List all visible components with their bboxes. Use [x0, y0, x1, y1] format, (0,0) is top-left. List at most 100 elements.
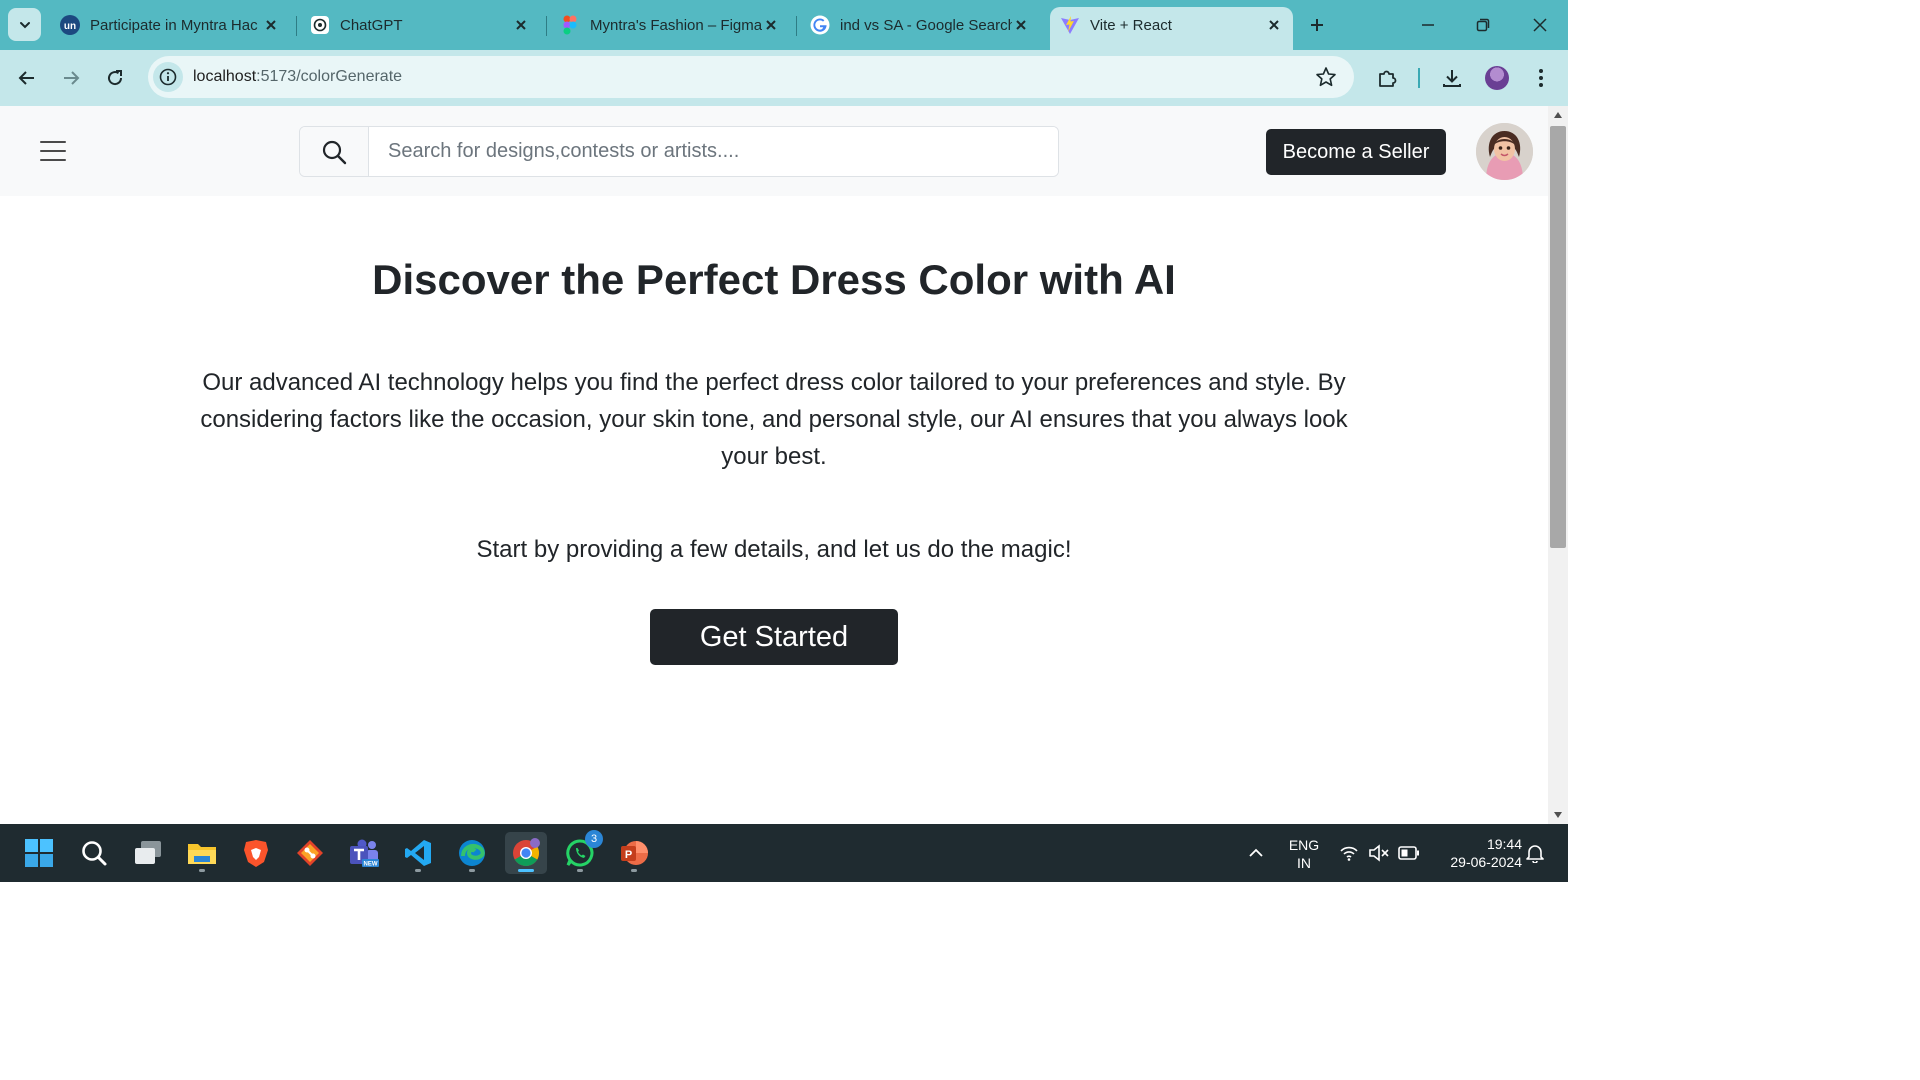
browser-tab-google[interactable]: ind vs SA - Google Search: [800, 8, 1040, 42]
puzzle-icon: [1379, 70, 1397, 87]
battery-button[interactable]: [1394, 832, 1424, 874]
tab-title: Participate in Myntra Hac: [90, 16, 258, 34]
tab-separator: [796, 16, 797, 36]
downloads-button[interactable]: [1437, 63, 1467, 93]
tab-search-button[interactable]: [8, 8, 41, 41]
teams-button[interactable]: NEW: [343, 832, 385, 874]
hero-cta-text: Start by providing a few details, and le…: [476, 536, 1072, 563]
search-icon: [82, 841, 107, 866]
vscode-button[interactable]: [397, 832, 439, 874]
running-indicator: [415, 869, 421, 872]
arrow-left-icon: [18, 71, 34, 85]
restore-button[interactable]: [1468, 10, 1498, 40]
url-text: localhost:5173/colorGenerate: [193, 68, 402, 86]
search-input[interactable]: [369, 127, 1058, 176]
google-icon: [810, 15, 830, 35]
close-tab-icon[interactable]: [512, 16, 530, 34]
file-explorer-icon: [188, 844, 216, 864]
tab-title: Vite + React: [1090, 16, 1172, 34]
network-button[interactable]: [1334, 832, 1364, 874]
scrollbar-thumb[interactable]: [1550, 126, 1566, 548]
scroll-down-arrow-icon[interactable]: [1548, 806, 1568, 824]
web-page: Become a Seller Discover the Perfect Dre…: [0, 106, 1548, 824]
svg-text:NEW: NEW: [364, 862, 378, 868]
search-icon: [322, 140, 347, 164]
start-button[interactable]: [18, 832, 60, 874]
browser-toolbar: localhost:5173/colorGenerate: [0, 50, 1568, 106]
browser-tab-chatgpt[interactable]: ChatGPT: [300, 8, 540, 42]
kebab-menu-icon: [1539, 69, 1543, 87]
back-button[interactable]: [12, 63, 42, 93]
notifications-button[interactable]: [1520, 832, 1550, 874]
page-scrollbar[interactable]: [1548, 106, 1568, 824]
arrow-right-icon: [64, 71, 80, 85]
tab-title: Myntra's Fashion – Figma: [590, 16, 762, 34]
close-tab-icon[interactable]: [1012, 16, 1030, 34]
running-indicator: [631, 869, 637, 872]
taskbar-search-button[interactable]: [73, 832, 115, 874]
chevron-up-icon: [1249, 848, 1263, 857]
user-avatar[interactable]: [1476, 123, 1533, 180]
close-tab-icon[interactable]: [262, 16, 280, 34]
svg-text:P: P: [625, 849, 632, 861]
input-language-indicator[interactable]: ENG IN: [1284, 836, 1324, 872]
become-seller-button[interactable]: Become a Seller: [1266, 129, 1446, 175]
hamburger-menu-icon[interactable]: [40, 141, 66, 161]
powerpoint-button[interactable]: P: [613, 832, 655, 874]
show-hidden-icons-button[interactable]: [1236, 832, 1276, 874]
bookmark-button[interactable]: [1314, 65, 1338, 89]
reload-button[interactable]: [100, 63, 130, 93]
volume-button[interactable]: [1364, 832, 1394, 874]
notification-badge: 3: [585, 830, 603, 848]
browser-tab-figma[interactable]: Myntra's Fashion – Figma: [550, 8, 790, 42]
url-path: :5173/colorGenerate: [256, 68, 403, 85]
volume-muted-icon: [1369, 844, 1389, 862]
brave-button[interactable]: [235, 832, 277, 874]
chrome-button[interactable]: [505, 832, 547, 874]
browser-tab-vite-react[interactable]: Vite + React: [1050, 7, 1293, 50]
minimize-button[interactable]: [1413, 10, 1443, 40]
browser-tab-unstop[interactable]: un Participate in Myntra Hac: [50, 8, 290, 42]
clock-time: 19:44: [1486, 836, 1522, 852]
clock[interactable]: 19:44 29-06-2024: [1432, 835, 1522, 871]
file-explorer-button[interactable]: [181, 832, 223, 874]
vite-icon: [1060, 15, 1080, 35]
profile-avatar-icon[interactable]: [1485, 66, 1509, 90]
close-window-button[interactable]: [1525, 10, 1555, 40]
site-info-button[interactable]: [153, 62, 183, 92]
wifi-icon: [1340, 846, 1358, 861]
minimize-icon: [1422, 24, 1434, 26]
tab-title: ind vs SA - Google Search: [840, 16, 1012, 34]
close-icon: [1533, 18, 1547, 32]
clock-date: 29-06-2024: [1450, 854, 1522, 870]
get-started-button[interactable]: Get Started: [650, 609, 898, 665]
edge-button[interactable]: [451, 832, 493, 874]
whatsapp-button[interactable]: 3: [559, 830, 603, 874]
scroll-up-arrow-icon[interactable]: [1548, 106, 1568, 124]
search-button[interactable]: [300, 127, 369, 176]
new-tab-button[interactable]: [1305, 13, 1329, 37]
running-indicator: [199, 869, 205, 872]
chatgpt-icon: [310, 15, 330, 35]
git-button[interactable]: [289, 832, 331, 874]
close-tab-icon[interactable]: [762, 16, 780, 34]
browser-menu-button[interactable]: [1526, 63, 1556, 93]
tab-separator: [546, 16, 547, 36]
extensions-button[interactable]: [1372, 63, 1402, 93]
powerpoint-icon: P: [621, 841, 648, 865]
forward-button[interactable]: [56, 63, 86, 93]
task-view-button[interactable]: [127, 832, 169, 874]
svg-text:un: un: [64, 21, 76, 32]
tab-title: ChatGPT: [340, 16, 403, 34]
language-code: ENG: [1288, 837, 1320, 853]
toolbar-divider: [1418, 68, 1420, 88]
address-bar[interactable]: localhost:5173/colorGenerate: [148, 56, 1354, 98]
task-view-icon: [135, 841, 161, 864]
reload-icon: [108, 70, 123, 86]
page-title: Discover the Perfect Dress Color with AI: [372, 256, 1176, 303]
git-icon: [297, 840, 323, 866]
vscode-icon: [405, 840, 431, 866]
running-indicator: [518, 869, 534, 872]
close-tab-icon[interactable]: [1265, 16, 1283, 34]
windows-taskbar: NEW 3 P ENG IN 19:44 29-06-2024: [0, 824, 1568, 882]
